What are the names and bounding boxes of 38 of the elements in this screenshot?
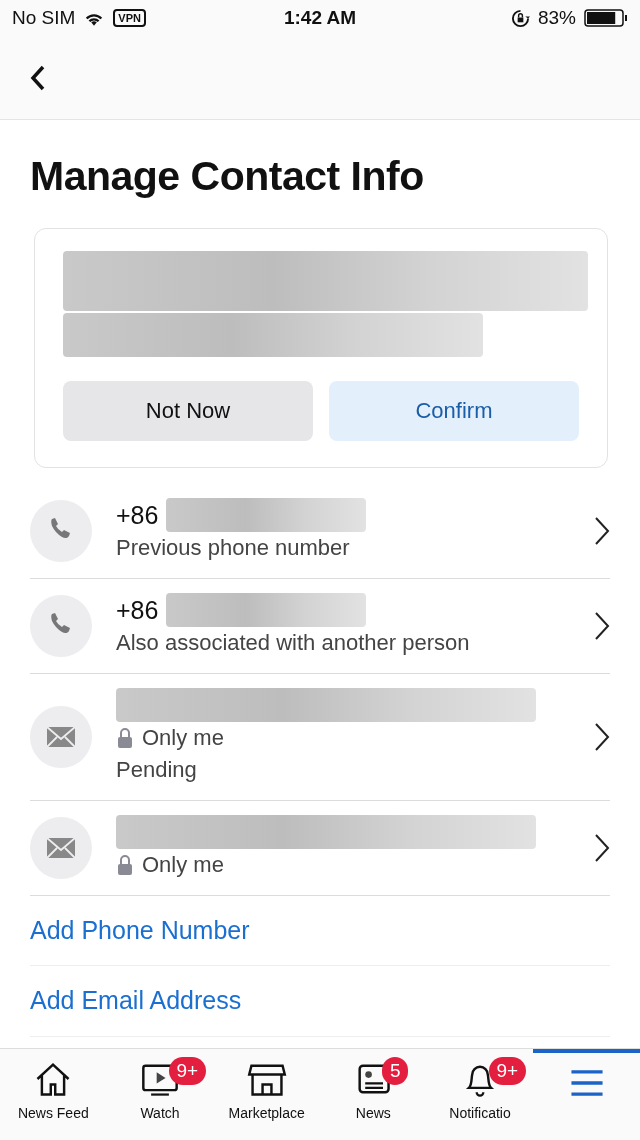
contact-row[interactable]: +86 Also associated with another person [30, 578, 610, 674]
status-text: Pending [116, 756, 197, 782]
contact-row[interactable]: +86 Previous phone number [30, 483, 610, 579]
confirm-button[interactable]: Confirm [329, 380, 579, 441]
back-icon [30, 64, 46, 91]
add-link[interactable]: Add Phone Number [30, 895, 610, 966]
add-link[interactable]: Add Email Address [30, 966, 610, 1037]
chevron-right-icon [594, 610, 610, 641]
carrier-text: No SIM [12, 5, 76, 30]
chevron-right-icon [594, 515, 610, 546]
battery-text: 83% [537, 5, 576, 30]
lock-icon [116, 726, 134, 749]
page-title: Manage Contact Info [30, 152, 425, 201]
tab-bar-item[interactable]: News Feed [0, 1049, 107, 1140]
notification-badge: 9+ [168, 1057, 207, 1085]
contact-value: +86 [116, 499, 159, 530]
notification-badge: 9+ [488, 1057, 527, 1085]
lock-icon [116, 853, 134, 876]
back-button[interactable] [30, 64, 46, 91]
chevron-right-icon [594, 721, 610, 752]
tab-bar-item[interactable]: Watch 9+ [106, 1049, 214, 1140]
contact-row[interactable]: Only me Pending [30, 673, 610, 801]
rotation-lock-icon [510, 8, 530, 28]
status-text: Also associated with another person [116, 629, 470, 655]
tab-bar-item[interactable]: News 5 [320, 1049, 427, 1140]
privacy-text: Only me [142, 723, 224, 752]
tab-bar-item[interactable]: Notificatio 9+ [426, 1049, 534, 1140]
chevron-right-icon [594, 832, 610, 863]
privacy-text: Only me [142, 850, 224, 879]
battery-icon [584, 8, 628, 28]
status-text: Previous phone number [116, 534, 350, 560]
tab-bar-item[interactable]: Marketplace [213, 1049, 320, 1140]
vpn-indicator: VPN [113, 9, 146, 27]
notification-badge: 5 [381, 1057, 409, 1085]
dismiss-button[interactable]: Not Now [63, 380, 313, 441]
contact-value: +86 [116, 594, 159, 625]
time-text: 1:42 AM [283, 6, 357, 28]
contact-row[interactable]: Only me [30, 800, 610, 896]
